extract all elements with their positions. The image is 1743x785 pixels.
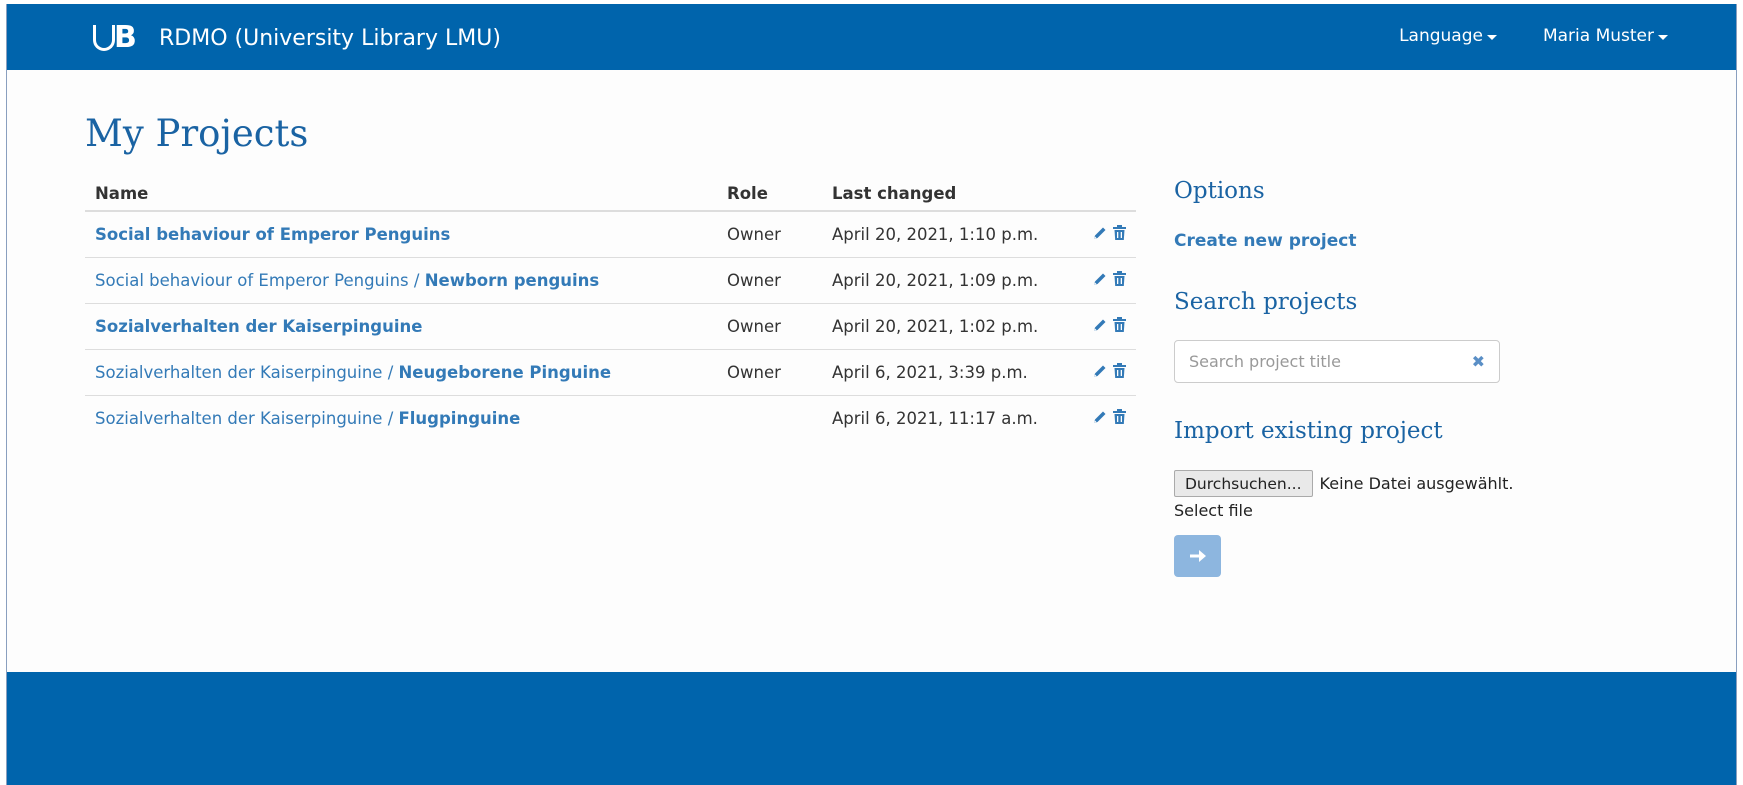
project-parent: Sozialverhalten der Kaiserpinguine / bbox=[95, 408, 399, 428]
pencil-icon[interactable] bbox=[1093, 272, 1107, 286]
nav-menu: Language Maria Muster bbox=[1399, 26, 1668, 46]
pencil-icon[interactable] bbox=[1093, 364, 1107, 378]
trash-icon[interactable] bbox=[1113, 317, 1126, 332]
project-role: Owner bbox=[717, 257, 822, 304]
create-project-link[interactable]: Create new project bbox=[1174, 231, 1356, 251]
top-navbar: B RDMO (University Library LMU) Language… bbox=[7, 4, 1736, 70]
project-name-cell: Social behaviour of Emperor Penguins / N… bbox=[85, 257, 717, 304]
projects-table: Name Role Last changed Social behaviour … bbox=[85, 177, 1136, 441]
search-input[interactable] bbox=[1189, 352, 1472, 371]
language-dropdown[interactable]: Language bbox=[1399, 26, 1497, 46]
language-label: Language bbox=[1399, 26, 1483, 46]
brand-title: RDMO (University Library LMU) bbox=[159, 25, 501, 51]
caret-down-icon bbox=[1658, 34, 1668, 40]
project-actions bbox=[1077, 395, 1136, 441]
project-role: Owner bbox=[717, 303, 822, 350]
ub-logo: B bbox=[93, 20, 151, 55]
project-title: Sozialverhalten der Kaiserpinguine bbox=[95, 316, 423, 336]
search-box: ✖ bbox=[1174, 340, 1500, 383]
table-row: Sozialverhalten der Kaiserpinguine / Flu… bbox=[85, 395, 1136, 441]
project-role: Owner bbox=[717, 349, 822, 396]
footer bbox=[7, 672, 1736, 785]
column-header-last-changed[interactable]: Last changed bbox=[822, 177, 1077, 212]
column-header-name[interactable]: Name bbox=[85, 177, 717, 212]
project-role bbox=[717, 395, 822, 441]
project-link[interactable]: Social behaviour of Emperor Penguins / N… bbox=[95, 271, 599, 290]
file-status: Keine Datei ausgewählt. bbox=[1319, 474, 1514, 493]
project-title: Flugpinguine bbox=[398, 408, 521, 428]
project-link[interactable]: Social behaviour of Emperor Penguins bbox=[95, 225, 450, 244]
project-link[interactable]: Sozialverhalten der Kaiserpinguine / Neu… bbox=[95, 363, 611, 382]
close-icon[interactable]: ✖ bbox=[1472, 352, 1485, 371]
pencil-icon[interactable] bbox=[1093, 226, 1107, 240]
project-role: Owner bbox=[717, 211, 822, 258]
import-submit-button[interactable] bbox=[1174, 535, 1221, 577]
trash-icon[interactable] bbox=[1113, 271, 1126, 286]
project-last-changed: April 6, 2021, 3:39 p.m. bbox=[822, 349, 1077, 396]
project-actions bbox=[1077, 303, 1136, 350]
project-title: Neugeborene Pinguine bbox=[398, 362, 612, 382]
project-name-cell: Sozialverhalten der Kaiserpinguine bbox=[85, 303, 717, 350]
project-last-changed: April 20, 2021, 1:09 p.m. bbox=[822, 257, 1077, 304]
table-row: Social behaviour of Emperor Penguins / N… bbox=[85, 257, 1136, 304]
trash-icon[interactable] bbox=[1113, 225, 1126, 241]
project-parent: Social behaviour of Emperor Penguins / bbox=[95, 270, 425, 290]
project-name-cell: Sozialverhalten der Kaiserpinguine / Flu… bbox=[85, 395, 717, 441]
project-actions bbox=[1077, 257, 1136, 304]
project-name-cell: Sozialverhalten der Kaiserpinguine / Neu… bbox=[85, 349, 717, 396]
brand[interactable]: B RDMO (University Library LMU) bbox=[93, 20, 501, 55]
project-link[interactable]: Sozialverhalten der Kaiserpinguine bbox=[95, 317, 422, 336]
browse-file-button[interactable]: Durchsuchen... bbox=[1174, 470, 1313, 497]
user-name: Maria Muster bbox=[1542, 26, 1654, 46]
pencil-icon[interactable] bbox=[1093, 318, 1107, 332]
project-last-changed: April 20, 2021, 1:02 p.m. bbox=[822, 303, 1077, 350]
column-header-role[interactable]: Role bbox=[717, 177, 822, 212]
page-frame: B RDMO (University Library LMU) Language… bbox=[6, 4, 1737, 785]
import-heading: Import existing project bbox=[1174, 418, 1443, 444]
options-heading: Options bbox=[1174, 178, 1265, 204]
file-input-row: Durchsuchen... Keine Datei ausgewählt. bbox=[1174, 470, 1513, 497]
project-last-changed: April 6, 2021, 11:17 a.m. bbox=[832, 408, 1038, 428]
trash-icon[interactable] bbox=[1113, 409, 1126, 425]
search-heading: Search projects bbox=[1174, 289, 1358, 315]
trash-icon[interactable] bbox=[1113, 363, 1126, 378]
table-row: Sozialverhalten der Kaiserpinguine Owner… bbox=[85, 303, 1136, 350]
project-title: Newborn penguins bbox=[424, 270, 600, 290]
user-dropdown[interactable]: Maria Muster bbox=[1543, 26, 1668, 46]
project-parent: Sozialverhalten der Kaiserpinguine / bbox=[95, 362, 399, 382]
project-last-changed: April 20, 2021, 1:10 p.m. bbox=[822, 211, 1077, 258]
project-actions bbox=[1077, 211, 1136, 258]
column-header-actions bbox=[1077, 177, 1136, 212]
table-header-row: Name Role Last changed bbox=[85, 177, 1136, 212]
project-name-cell: Social behaviour of Emperor Penguins bbox=[85, 211, 717, 258]
table-row: Social behaviour of Emperor Penguins Own… bbox=[85, 211, 1136, 258]
logo-b-letter: B bbox=[114, 20, 137, 55]
project-link[interactable]: Sozialverhalten der Kaiserpinguine / Flu… bbox=[95, 409, 520, 428]
project-title: Social behaviour of Emperor Penguins bbox=[95, 224, 451, 244]
caret-down-icon bbox=[1486, 34, 1497, 40]
table-row: Sozialverhalten der Kaiserpinguine / Neu… bbox=[85, 349, 1136, 396]
logo-u-shape bbox=[93, 25, 115, 51]
project-actions bbox=[1077, 349, 1136, 396]
page-title: My Projects bbox=[85, 112, 309, 155]
select-file-label: Select file bbox=[1174, 501, 1253, 520]
arrow-right-icon bbox=[1189, 550, 1206, 562]
pencil-icon[interactable] bbox=[1093, 410, 1107, 424]
